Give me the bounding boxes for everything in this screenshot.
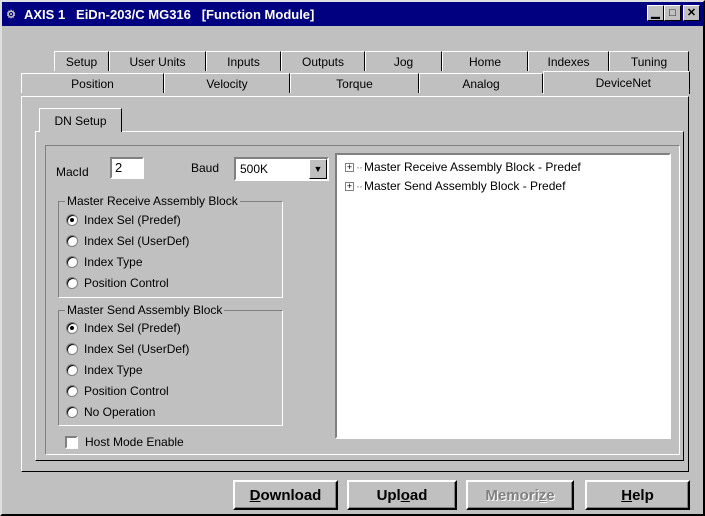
expand-icon[interactable]: + xyxy=(345,181,354,191)
tab-position[interactable]: Position xyxy=(21,73,164,93)
upload-button[interactable]: Upl o ad xyxy=(347,480,457,510)
radio-icon xyxy=(66,343,78,355)
memorize-button[interactable]: Memori z e xyxy=(466,480,574,510)
receive-option-position-control[interactable]: Position Control xyxy=(66,276,169,290)
tab-analog[interactable]: Analog xyxy=(419,73,543,93)
minimize-button[interactable]: ▁ xyxy=(647,5,664,21)
baud-label: Baud xyxy=(191,161,220,175)
chevron-down-icon[interactable]: ▼ xyxy=(309,159,327,179)
tab-tuning[interactable]: Tuning xyxy=(609,51,689,71)
macid-input[interactable]: 2 xyxy=(110,157,144,179)
receive-option-index-type[interactable]: Index Type xyxy=(66,255,143,269)
title-bar[interactable]: ⚙ AXIS 1 EiDn-203/C MG316 [Function Modu… xyxy=(2,2,703,26)
close-button[interactable]: ✕ xyxy=(683,5,700,21)
tab-torque[interactable]: Torque xyxy=(290,73,419,93)
send-option-index-type[interactable]: Index Type xyxy=(66,363,143,377)
baud-select[interactable]: 500K ▼ xyxy=(234,157,329,181)
tab-velocity[interactable]: Velocity xyxy=(164,73,290,93)
window-title: AXIS 1 EiDn-203/C MG316 [Function Module… xyxy=(24,6,315,22)
checkbox-icon xyxy=(65,435,78,449)
tab-jog[interactable]: Jog xyxy=(365,51,442,71)
radio-icon xyxy=(66,385,78,397)
macid-label: MacId xyxy=(56,165,89,179)
tree-item-send[interactable]: + ·· Master Send Assembly Block - Predef xyxy=(345,179,565,193)
receive-group-title: Master Receive Assembly Block xyxy=(65,194,240,208)
receive-option-index-userdef[interactable]: Index Sel (UserDef) xyxy=(66,234,189,248)
send-option-index-userdef[interactable]: Index Sel (UserDef) xyxy=(66,342,189,356)
baud-value: 500K xyxy=(240,162,269,176)
send-option-no-operation[interactable]: No Operation xyxy=(66,405,155,419)
assembly-tree-view[interactable]: + ·· Master Receive Assembly Block - Prede… xyxy=(335,153,671,439)
send-group-title: Master Send Assembly Block xyxy=(65,303,225,317)
tab-user-units[interactable]: User Units xyxy=(109,51,206,71)
download-button[interactable]: Download xyxy=(233,480,338,510)
receive-option-index-predef[interactable]: Index Sel (Predef) xyxy=(66,213,181,227)
tab-setup[interactable]: Setup xyxy=(54,51,109,71)
tab-devicenet[interactable]: DeviceNet xyxy=(543,71,690,94)
help-button[interactable]: Help xyxy=(585,480,690,510)
send-option-position-control[interactable]: Position Control xyxy=(66,384,169,398)
tab-indexes[interactable]: Indexes xyxy=(528,51,609,71)
tab-dn-setup[interactable]: DN Setup xyxy=(39,108,122,132)
radio-icon xyxy=(66,406,78,418)
host-mode-checkbox[interactable]: Host Mode Enable xyxy=(65,435,184,449)
maximize-button[interactable]: □ xyxy=(664,5,681,21)
tab-inputs[interactable]: Inputs xyxy=(206,51,281,71)
radio-icon xyxy=(66,277,78,289)
radio-icon xyxy=(66,322,78,334)
send-option-index-predef[interactable]: Index Sel (Predef) xyxy=(66,321,181,335)
tab-home[interactable]: Home xyxy=(442,51,528,71)
tree-item-receive[interactable]: + ·· Master Receive Assembly Block - Prede… xyxy=(345,160,581,174)
expand-icon[interactable]: + xyxy=(345,162,354,172)
radio-icon xyxy=(66,256,78,268)
radio-icon xyxy=(66,235,78,247)
radio-icon xyxy=(66,214,78,226)
radio-icon xyxy=(66,364,78,376)
tab-outputs[interactable]: Outputs xyxy=(281,51,365,71)
gear-icon[interactable]: ⚙ xyxy=(2,8,20,21)
